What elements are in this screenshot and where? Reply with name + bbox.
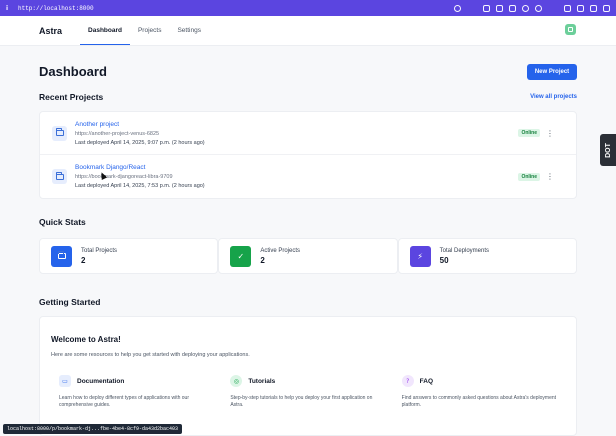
- welcome-subtitle: Here are some resources to help you get …: [51, 352, 250, 358]
- settings-icon[interactable]: [522, 4, 529, 12]
- globe-icon: ◎: [230, 375, 243, 387]
- book-icon: ▭: [59, 375, 71, 387]
- project-name-link[interactable]: Another project: [75, 121, 205, 128]
- more-options-icon[interactable]: ⋮: [546, 172, 554, 181]
- sidebar-icon[interactable]: [603, 4, 610, 12]
- target-icon[interactable]: [535, 4, 542, 12]
- getting-started-title: Getting Started: [39, 297, 101, 307]
- resource-title[interactable]: Tutorials: [248, 378, 275, 385]
- tab-dashboard[interactable]: Dashboard: [80, 16, 130, 45]
- status-url-bar: localhost:8000/p/bookmark-dj...fbe-4be4-…: [3, 424, 183, 434]
- stat-label: Active Projects: [260, 247, 301, 254]
- more-options-icon[interactable]: ⋮: [546, 129, 554, 138]
- status-badge: Online: [518, 172, 540, 181]
- address-bar[interactable]: http://localhost:8000: [18, 5, 94, 12]
- tab-projects[interactable]: Projects: [130, 16, 169, 45]
- folder-icon: [52, 169, 67, 184]
- stat-body: Active Projects 2: [260, 248, 300, 265]
- avatar[interactable]: [565, 24, 576, 35]
- list-item[interactable]: Bookmark Django/React https://bookmark-d…: [40, 155, 576, 198]
- welcome-title: Welcome to Astra!: [51, 335, 121, 344]
- bolt-icon: ⚡: [409, 245, 431, 267]
- resource-text: Learn how to deploy different types of a…: [59, 395, 189, 408]
- check-circle-icon: ✓: [230, 245, 252, 267]
- quick-stats-title: Quick Stats: [39, 217, 86, 227]
- screenshot-icon[interactable]: [483, 4, 490, 12]
- title-row: Dashboard New Project: [39, 63, 577, 80]
- main-nav: Dashboard Projects Settings: [80, 16, 209, 45]
- quick-stats: Total Projects 2 ✓ Active Projects 2 ⚡ T…: [39, 238, 577, 274]
- resource-list: ▭ Documentation Learn how to deploy diff…: [51, 375, 565, 408]
- stat-card: Total Projects 2: [39, 238, 219, 274]
- project-deployed: Last deployed April 14, 2025, 7:53 p.m. …: [75, 183, 205, 189]
- dot-handle-label: DOT: [604, 142, 612, 158]
- extension-icon[interactable]: [577, 4, 584, 12]
- browser-toolbar: i http://localhost:8000: [0, 0, 616, 16]
- project-deployed: Last deployed April 14, 2025, 9:07 p.m. …: [75, 139, 205, 146]
- tab-settings[interactable]: Settings: [169, 16, 209, 45]
- puzzle-icon[interactable]: [590, 4, 597, 12]
- project-url: https://bookmark-djangoreact-libra-9709: [75, 174, 173, 180]
- stat-label: Total Deployments: [439, 247, 490, 254]
- stat-card: ⚡ Total Deployments 50: [397, 238, 577, 274]
- resource-head: ▭ Documentation: [59, 375, 214, 387]
- project-name-link[interactable]: Bookmark Django/React: [75, 164, 205, 171]
- stat-label: Total Projects: [81, 247, 118, 254]
- resource-title[interactable]: FAQ: [420, 378, 433, 385]
- dot-handle[interactable]: DOT: [600, 134, 616, 166]
- resource-faq[interactable]: ? FAQ Find answers to commonly asked que…: [394, 375, 565, 408]
- info-icon[interactable]: i: [6, 5, 16, 12]
- main-content: Dashboard New Project Recent Projects Vi…: [0, 63, 616, 436]
- resource-documentation[interactable]: ▭ Documentation Learn how to deploy diff…: [51, 375, 222, 408]
- getting-started-header: Getting Started: [39, 296, 577, 308]
- stat-value: 50: [439, 255, 449, 265]
- project-info: Bookmark Django/React https://bookmark-d…: [75, 164, 205, 189]
- stat-value: 2: [260, 255, 265, 265]
- resource-text: Step-by-step tutorials to help you deplo…: [230, 395, 373, 408]
- code-icon[interactable]: [564, 4, 571, 12]
- project-info: Another project https://another-project-…: [75, 121, 205, 146]
- recent-projects-header: Recent Projects View all projects: [39, 91, 577, 103]
- view-all-projects-link[interactable]: View all projects: [530, 94, 577, 100]
- camera-icon[interactable]: [496, 4, 503, 12]
- stat-value: 2: [81, 255, 86, 265]
- status-badge: Online: [518, 129, 540, 137]
- folder-icon: [51, 245, 72, 267]
- list-item[interactable]: Another project https://another-project-…: [40, 112, 576, 155]
- project-url: https://another-project-venus-6825: [75, 130, 160, 137]
- welcome-card: Welcome to Astra! Here are some resource…: [39, 316, 577, 436]
- resource-head: ◎ Tutorials: [230, 375, 385, 387]
- resource-text: Find answers to commonly asked questions…: [401, 395, 557, 408]
- brand-logo[interactable]: Astra: [39, 26, 62, 36]
- link-icon[interactable]: [454, 4, 461, 12]
- folder-icon: [52, 125, 67, 141]
- resource-title[interactable]: Documentation: [77, 378, 124, 385]
- resource-tutorials[interactable]: ◎ Tutorials Step-by-step tutorials to he…: [222, 375, 393, 408]
- avatar-icon: [568, 27, 573, 32]
- app-header: Astra Dashboard Projects Settings: [0, 16, 616, 46]
- recent-projects-list: Another project https://another-project-…: [39, 111, 577, 199]
- page-title: Dashboard: [39, 64, 107, 79]
- question-icon: ?: [401, 375, 414, 387]
- browser-tools: [454, 4, 610, 12]
- resource-head: ? FAQ: [401, 375, 557, 387]
- recent-projects-title: Recent Projects: [39, 92, 104, 102]
- picture-icon[interactable]: [509, 4, 516, 12]
- stat-body: Total Projects 2: [81, 248, 117, 265]
- stat-card: ✓ Active Projects 2: [218, 238, 398, 274]
- quick-stats-header: Quick Stats: [39, 216, 577, 228]
- stat-body: Total Deployments 50: [440, 248, 489, 265]
- new-project-button[interactable]: New Project: [527, 63, 577, 80]
